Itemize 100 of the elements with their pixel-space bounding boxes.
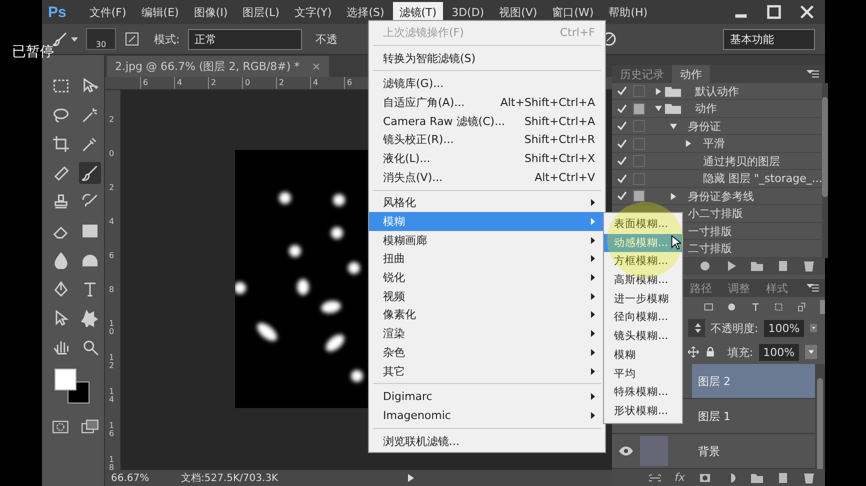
- adjustment-icon[interactable]: [725, 472, 737, 484]
- menu-item[interactable]: 其它: [369, 362, 605, 380]
- menu-item[interactable]: Camera Raw 滤镜(C)... Shift+Ctrl+A: [369, 112, 605, 130]
- checkmark-icon[interactable]: [617, 174, 627, 184]
- caret-icon[interactable]: [71, 36, 78, 42]
- menu-item[interactable]: 杂色: [369, 343, 605, 362]
- action-item[interactable]: 身份证: [688, 118, 721, 134]
- menu-item[interactable]: 窗口(W): [546, 2, 600, 22]
- move-lock-icon[interactable]: [688, 346, 699, 358]
- panel-tab[interactable]: 路径: [682, 278, 720, 297]
- checkmark-icon[interactable]: [617, 86, 627, 96]
- dialog-toggle[interactable]: [633, 85, 645, 98]
- trash-icon[interactable]: [803, 260, 815, 272]
- action-item[interactable]: 通过拷贝的图层: [703, 154, 780, 169]
- menu-item[interactable]: 风格化: [369, 194, 605, 212]
- dialog-toggle[interactable]: [633, 102, 645, 115]
- expanded-triangle-icon[interactable]: [654, 105, 662, 112]
- menu-item[interactable]: 帮助(H): [602, 2, 654, 22]
- layer-row[interactable]: 背景: [692, 434, 815, 468]
- layer-row[interactable]: 图层 2: [692, 364, 815, 398]
- filter-toggle[interactable]: [820, 300, 825, 314]
- checkmark-icon[interactable]: [617, 138, 627, 149]
- folder-icon[interactable]: [751, 260, 763, 272]
- checkmark-icon[interactable]: [617, 121, 627, 132]
- menu-item[interactable]: 消失点(V)... Alt+Ctrl+V: [369, 168, 605, 186]
- menu-item[interactable]: 像素化: [369, 306, 605, 324]
- color-swatches-drawing[interactable]: [54, 368, 90, 404]
- transform-filter-icon[interactable]: [774, 300, 784, 313]
- action-item[interactable]: 小二寸排版: [688, 206, 743, 222]
- menu-item[interactable]: 滤镜(T): [393, 2, 443, 22]
- menu-item[interactable]: 模糊画廊: [369, 230, 605, 250]
- menu-item[interactable]: 选择(S): [340, 2, 390, 22]
- action-item[interactable]: 默认动作: [695, 84, 739, 99]
- checkmark-icon[interactable]: [617, 156, 627, 166]
- menu-item[interactable]: 锐化: [369, 268, 605, 287]
- menu-item[interactable]: 文字(Y): [288, 2, 338, 22]
- menu-item[interactable]: 图像(I): [188, 2, 234, 22]
- blend-mode-dropdown[interactable]: [688, 319, 705, 338]
- menu-item[interactable]: 图层(L): [236, 2, 286, 22]
- panel-tab[interactable]: 历史记录: [612, 64, 672, 83]
- brush-icon[interactable]: [52, 31, 68, 47]
- shape-icon[interactable]: [79, 307, 101, 329]
- opacity-field[interactable]: 100%: [764, 320, 804, 337]
- lock-icon[interactable]: [704, 346, 716, 358]
- dialog-toggle[interactable]: [633, 155, 645, 168]
- fill-field[interactable]: 100%: [759, 344, 799, 361]
- menu-item[interactable]: 径向模糊...: [604, 308, 682, 328]
- folder-icon[interactable]: [751, 472, 763, 484]
- crop-icon[interactable]: [50, 133, 72, 155]
- menu-item[interactable]: Digimarc: [369, 387, 605, 406]
- menu-item[interactable]: 形状模糊...: [604, 402, 682, 421]
- type-filter-icon[interactable]: [750, 300, 760, 313]
- menu-item[interactable]: 渲染: [369, 324, 605, 343]
- checkmark-icon[interactable]: [617, 104, 627, 114]
- trash-icon[interactable]: [803, 472, 815, 484]
- panel-tab[interactable]: 样式: [758, 278, 796, 297]
- dialog-toggle[interactable]: [633, 190, 645, 202]
- menu-item[interactable]: 镜头模糊...: [604, 327, 682, 346]
- layer-style-button[interactable]: fx: [674, 471, 685, 484]
- brush-size-picker[interactable]: 30: [86, 28, 116, 50]
- smart-object-filter-icon[interactable]: [797, 300, 806, 313]
- dialog-toggle[interactable]: [633, 120, 645, 132]
- menu-item[interactable]: 3D(D): [446, 2, 490, 22]
- menu-item[interactable]: 模糊: [604, 346, 682, 364]
- play-icon[interactable]: [408, 474, 414, 482]
- menu-item[interactable]: 方框模糊...: [604, 252, 682, 272]
- menu-item[interactable]: 平均: [604, 364, 682, 384]
- menu-item[interactable]: 视频: [369, 286, 605, 306]
- link-icon[interactable]: [648, 472, 661, 484]
- menu-item[interactable]: Imagenomic: [369, 406, 605, 425]
- menu-item[interactable]: 视图(V): [493, 2, 544, 22]
- new-item-icon[interactable]: [777, 260, 789, 272]
- panel-tab[interactable]: 调整: [720, 278, 758, 297]
- menu-item[interactable]: 自适应广角(A)... Alt+Shift+Ctrl+A: [369, 93, 605, 112]
- image-filter-icon[interactable]: [704, 300, 714, 313]
- menu-item[interactable]: 文件(F): [83, 2, 132, 22]
- menu-item[interactable]: 镜头校正(R)... Shift+Ctrl+R: [369, 130, 605, 150]
- mode-dropdown[interactable]: 正常: [188, 28, 302, 50]
- menu-item[interactable]: 编辑(E): [135, 2, 185, 22]
- brush-icon[interactable]: [79, 162, 101, 184]
- panel-menu-icon[interactable]: [807, 284, 819, 292]
- menu-item[interactable]: 浏览联机滤镜...: [369, 432, 605, 450]
- menu-item[interactable]: 表面模糊...: [604, 215, 682, 234]
- layer-row[interactable]: 图层 1: [692, 399, 815, 434]
- action-item[interactable]: 一寸排版: [688, 224, 732, 239]
- record-icon[interactable]: [699, 260, 711, 272]
- expanded-triangle-icon[interactable]: [670, 122, 676, 130]
- workspace-dropdown[interactable]: 基本功能: [723, 28, 815, 50]
- action-item[interactable]: 平滑: [703, 136, 725, 152]
- action-item[interactable]: 隐藏 图层 "_storage_...: [703, 171, 822, 186]
- caret-icon[interactable]: [804, 344, 818, 360]
- menu-item[interactable]: 转换为智能滤镜(S): [369, 48, 605, 68]
- play-icon[interactable]: [725, 260, 737, 272]
- action-item[interactable]: 身份证参考线: [688, 188, 754, 204]
- panel-tab[interactable]: 动作: [672, 64, 710, 83]
- menu-item[interactable]: 高斯模糊...: [604, 271, 682, 290]
- collapsed-triangle-icon[interactable]: [654, 88, 662, 95]
- document-tab[interactable]: 2.jpg @ 66.7% (图层 2, RGB/8#) * ×: [107, 56, 329, 77]
- menu-item[interactable]: 液化(L)... Shift+Ctrl+X: [369, 149, 605, 168]
- action-item[interactable]: 二寸排版: [688, 241, 732, 256]
